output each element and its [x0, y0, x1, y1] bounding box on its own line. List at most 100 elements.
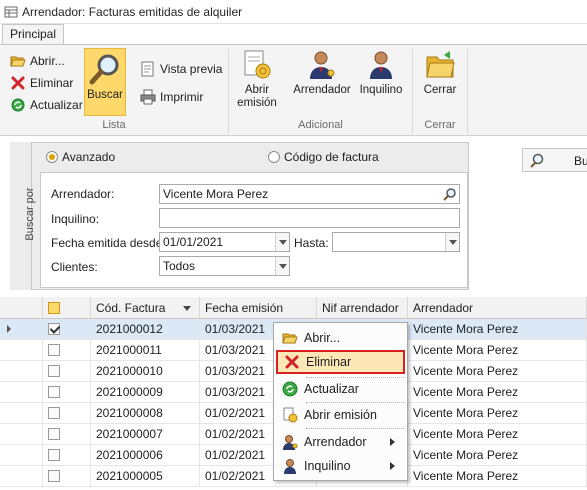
- grid-header-codigo-label: Cód. Factura: [96, 301, 166, 315]
- current-row-arrow-icon: [7, 325, 11, 333]
- menu-item-eliminar[interactable]: Eliminar: [276, 350, 405, 374]
- search-icon[interactable]: [443, 187, 457, 201]
- row-checkbox[interactable]: [48, 428, 60, 440]
- inquilino-field[interactable]: [159, 208, 460, 228]
- row-indicator: [0, 340, 43, 361]
- cell-codigo: 2021000006: [91, 445, 200, 466]
- hasta-field[interactable]: [332, 232, 460, 252]
- window-title: Arrendador: Facturas emitidas de alquile…: [22, 5, 243, 19]
- row-indicator: [0, 319, 43, 340]
- folder-open-icon: [10, 56, 26, 67]
- imprimir-label: Imprimir: [160, 90, 204, 104]
- row-checkbox[interactable]: [48, 344, 60, 356]
- grid-header-select-all[interactable]: [43, 297, 91, 319]
- menu-item-actualizar-label: Actualizar: [304, 382, 359, 396]
- refresh-icon: [282, 381, 298, 397]
- menu-item-inquilino[interactable]: Inquilino: [276, 455, 405, 477]
- buscar-button[interactable]: Buscar: [84, 48, 126, 116]
- delete-x-icon: [285, 355, 299, 369]
- search-side-label: Buscar por: [10, 142, 36, 290]
- group-label-cerrar: Cerrar: [424, 119, 456, 131]
- printer-icon: [140, 89, 156, 105]
- eliminar-label: Eliminar: [30, 76, 74, 90]
- clientes-select[interactable]: Todos: [159, 256, 290, 276]
- imprimir-button[interactable]: Imprimir: [140, 87, 203, 107]
- grid-header-nif[interactable]: Nif arrendador: [317, 297, 408, 319]
- grid-header-codigo[interactable]: Cód. Factura: [91, 297, 200, 319]
- group-label-adicional: Adicional: [298, 119, 343, 131]
- fecha-desde-field[interactable]: 01/01/2021: [159, 232, 290, 252]
- chevron-down-icon[interactable]: [445, 233, 459, 251]
- grid-header-arrendador[interactable]: Arrendador: [408, 297, 587, 319]
- magnifier-icon: [89, 54, 119, 85]
- window-title-bar: Arrendador: Facturas emitidas de alquile…: [0, 0, 587, 24]
- row-indicator: [0, 424, 43, 445]
- invoice-coins-icon: [244, 50, 271, 79]
- chevron-down-icon[interactable]: [275, 233, 289, 251]
- submenu-arrow-icon: [390, 438, 395, 446]
- row-checkbox[interactable]: [48, 470, 60, 482]
- actualizar-button[interactable]: Actualizar: [10, 95, 83, 115]
- menu-item-actualizar[interactable]: Actualizar: [276, 378, 405, 400]
- chevron-down-icon[interactable]: [275, 257, 289, 275]
- cell-arrendador: Vicente Mora Perez: [408, 466, 587, 487]
- menu-item-abrir-emision[interactable]: Abrir emisión: [276, 404, 405, 426]
- abrir-button[interactable]: Abrir...: [10, 51, 65, 71]
- context-menu: Abrir... Eliminar Actualizar Abrir emisi…: [273, 322, 408, 481]
- cell-arrendador: Vicente Mora Perez: [408, 340, 587, 361]
- row-indicator: [0, 382, 43, 403]
- grid-header-fecha[interactable]: Fecha emisión: [200, 297, 317, 319]
- row-checkbox[interactable]: [48, 323, 60, 335]
- cell-codigo: 2021000012: [91, 319, 200, 340]
- delete-x-icon: [11, 76, 25, 90]
- inquilino-button[interactable]: Inquilino: [356, 49, 406, 117]
- tab-principal[interactable]: Principal: [2, 24, 64, 45]
- menu-item-abrir-emision-label: Abrir emisión: [304, 408, 377, 422]
- row-checkbox[interactable]: [48, 407, 60, 419]
- radio-codigo-factura[interactable]: Código de factura: [268, 150, 379, 164]
- buscar-por-label: Buscar por: [24, 187, 36, 241]
- sort-desc-icon: [183, 306, 191, 311]
- abrir-emision-label-1: Abrir: [244, 84, 270, 96]
- cerrar-button[interactable]: Cerrar: [418, 49, 462, 117]
- cell-arrendador: Vicente Mora Perez: [408, 424, 587, 445]
- row-indicator: [0, 466, 43, 487]
- buscar-label: Buscar: [87, 89, 123, 101]
- grid-header-fecha-label: Fecha emisión: [205, 301, 284, 315]
- radio-dot: [268, 151, 280, 163]
- document-preview-icon: [141, 61, 154, 77]
- cell-codigo: 2021000007: [91, 424, 200, 445]
- menu-item-arrendador[interactable]: Arrendador: [276, 431, 405, 453]
- cell-codigo: 2021000005: [91, 466, 200, 487]
- person-icon: [370, 51, 392, 79]
- cell-codigo: 2021000010: [91, 361, 200, 382]
- vista-previa-button[interactable]: Vista previa: [140, 59, 222, 79]
- arrendador-field[interactable]: Vicente Mora Perez: [159, 184, 460, 204]
- fecha-desde-label: Fecha emitida desde:: [51, 236, 166, 250]
- clientes-value: Todos: [163, 259, 196, 273]
- search-button[interactable]: Bu: [522, 148, 587, 172]
- arrendador-button[interactable]: Arrendador: [290, 49, 354, 117]
- row-checkbox[interactable]: [48, 386, 60, 398]
- cell-arrendador: Vicente Mora Perez: [408, 403, 587, 424]
- actualizar-label: Actualizar: [30, 98, 83, 112]
- row-checkbox[interactable]: [48, 365, 60, 377]
- ribbon: Abrir... Eliminar Actualizar Buscar Vist…: [0, 44, 587, 136]
- arrendador-field-label: Arrendador:: [51, 187, 115, 201]
- abrir-emision-button[interactable]: Abrir emisión: [234, 49, 280, 117]
- cell-arrendador: Vicente Mora Perez: [408, 445, 587, 466]
- cell-arrendador: Vicente Mora Perez: [408, 361, 587, 382]
- refresh-icon: [11, 98, 25, 112]
- menu-item-abrir[interactable]: Abrir...: [276, 327, 405, 349]
- menu-separator: [306, 428, 404, 429]
- folder-exit-icon: [426, 51, 455, 78]
- invoice-coins-icon: [283, 407, 298, 423]
- vista-previa-label: Vista previa: [160, 62, 223, 76]
- ribbon-tab-strip: Principal: [0, 24, 587, 45]
- menu-item-abrir-label: Abrir...: [304, 331, 341, 345]
- row-checkbox[interactable]: [48, 449, 60, 461]
- eliminar-button[interactable]: Eliminar: [10, 73, 73, 93]
- row-indicator: [0, 445, 43, 466]
- select-all-checkbox[interactable]: [48, 302, 60, 314]
- radio-avanzado[interactable]: Avanzado: [46, 150, 115, 164]
